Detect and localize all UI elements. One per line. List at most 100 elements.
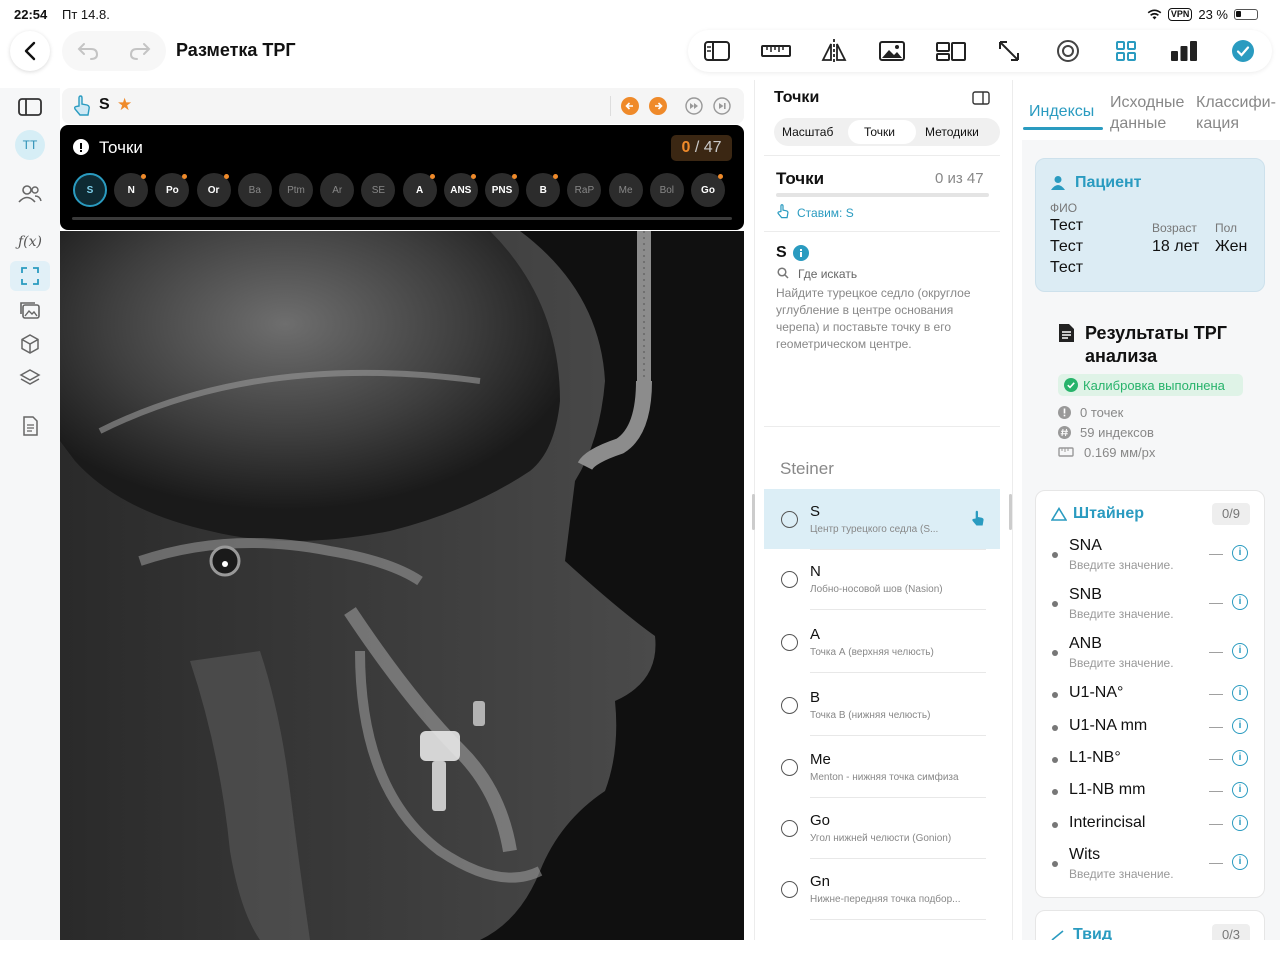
- info-icon[interactable]: i: [1232, 685, 1248, 701]
- point-chip[interactable]: Me: [608, 173, 643, 207]
- prev-point-button[interactable]: [621, 97, 639, 115]
- radio-button[interactable]: [781, 820, 798, 837]
- radio-button[interactable]: [781, 634, 798, 651]
- fast-forward-button[interactable]: [685, 97, 703, 115]
- target-button[interactable]: [1038, 30, 1096, 72]
- patient-card: Пациент ФИО Тест Тест Тест Возраст 18 ле…: [1035, 158, 1265, 292]
- vpn-badge: VPN: [1167, 8, 1193, 21]
- info-icon[interactable]: i: [1232, 854, 1248, 870]
- index-row[interactable]: Wits Введите значение. — i: [1052, 846, 1252, 886]
- rail-patients-button[interactable]: [10, 179, 50, 209]
- confirm-button[interactable]: [1214, 30, 1272, 72]
- info-icon[interactable]: i: [1232, 782, 1248, 798]
- rail-3d-button[interactable]: [10, 329, 50, 359]
- sex-label: Пол: [1215, 221, 1238, 235]
- steiner-count: 0/9: [1212, 503, 1250, 525]
- info-icon[interactable]: [793, 245, 809, 261]
- rail-layers-button[interactable]: [10, 363, 50, 393]
- tab-classification[interactable]: Классифи-кация: [1196, 92, 1278, 134]
- index-row[interactable]: U1-NA mm — i: [1052, 717, 1252, 743]
- point-chip-label: Po: [166, 184, 179, 196]
- point-chip[interactable]: N: [114, 173, 149, 207]
- index-hint: Введите значение.: [1069, 607, 1174, 621]
- resize-button[interactable]: [980, 30, 1038, 72]
- info-icon[interactable]: i: [1232, 718, 1248, 734]
- left-rail: [0, 88, 60, 959]
- star-icon[interactable]: ★: [117, 95, 132, 115]
- avatar[interactable]: TT: [15, 130, 45, 160]
- back-button[interactable]: [10, 31, 50, 71]
- point-chip-label: Or: [207, 184, 220, 196]
- point-list-item[interactable]: B Точка В (нижняя челюсть): [764, 675, 1000, 735]
- point-chip[interactable]: Ptm: [279, 173, 313, 207]
- rail-sidebar-button[interactable]: [10, 92, 50, 122]
- age-label: Возраст: [1152, 221, 1197, 235]
- layout-button[interactable]: [922, 30, 980, 72]
- collapse-panel-icon[interactable]: [972, 91, 990, 105]
- rail-gallery-button[interactable]: [10, 295, 50, 325]
- hand-pointer-icon: [777, 204, 789, 219]
- point-chip[interactable]: Or: [196, 173, 231, 207]
- point-chip-label: SE: [371, 184, 386, 196]
- ruler-button[interactable]: [746, 30, 804, 72]
- segment-scale[interactable]: Масштаб: [782, 125, 833, 139]
- points-counter: 0 / 47: [671, 135, 732, 161]
- radio-button[interactable]: [781, 881, 798, 898]
- index-row[interactable]: ANB Введите значение. — i: [1052, 635, 1252, 675]
- points-scrollbar[interactable]: [72, 217, 732, 220]
- grid-button[interactable]: [1097, 30, 1155, 72]
- layout-icon: [935, 42, 966, 61]
- point-chip[interactable]: Go: [691, 173, 725, 207]
- chart-button[interactable]: [1155, 30, 1213, 72]
- xray-image[interactable]: [60, 231, 744, 940]
- xray-canvas[interactable]: [60, 231, 744, 940]
- toolbar: [688, 30, 1272, 72]
- info-icon[interactable]: i: [1232, 594, 1248, 610]
- tab-indices[interactable]: Индексы: [1029, 101, 1094, 122]
- info-icon[interactable]: i: [1232, 643, 1248, 659]
- point-list-item[interactable]: S Центр турецкого седла (S...: [764, 489, 1000, 549]
- point-chip[interactable]: ANS: [443, 173, 478, 207]
- index-row[interactable]: SNA Введите значение. — i: [1052, 537, 1252, 577]
- radio-button[interactable]: [781, 697, 798, 714]
- point-chip[interactable]: A: [402, 173, 437, 207]
- index-row[interactable]: SNB Введите значение. — i: [1052, 586, 1252, 626]
- undo-icon[interactable]: [77, 42, 99, 60]
- point-list-item[interactable]: Me Menton - нижняя точка симфиза: [764, 737, 1000, 797]
- skip-end-button[interactable]: [713, 97, 731, 115]
- rail-report-button[interactable]: [10, 411, 50, 441]
- point-list-item[interactable]: Gn Нижне-передняя точка подбор...: [764, 859, 1000, 919]
- point-chip[interactable]: Ba: [237, 173, 272, 207]
- radio-button[interactable]: [781, 571, 798, 588]
- point-chip[interactable]: B: [526, 173, 561, 207]
- info-icon[interactable]: i: [1232, 545, 1248, 561]
- point-chip[interactable]: PNS: [485, 173, 519, 207]
- index-row[interactable]: U1-NA° — i: [1052, 684, 1252, 710]
- point-chip[interactable]: Ar: [320, 173, 355, 207]
- info-icon[interactable]: i: [1232, 750, 1248, 766]
- image-button[interactable]: [863, 30, 921, 72]
- point-chip[interactable]: Bol: [649, 173, 684, 207]
- point-list-item[interactable]: N Лобно-носовой шов (Nasion): [764, 549, 1000, 609]
- next-point-button[interactable]: [649, 97, 667, 115]
- radio-button[interactable]: [781, 759, 798, 776]
- index-row[interactable]: L1-NB mm — i: [1052, 781, 1252, 807]
- rail-function-button[interactable]: ƒ(x): [10, 227, 50, 257]
- point-chip-label: A: [415, 184, 424, 196]
- redo-icon[interactable]: [129, 42, 151, 60]
- panel-resize-handle[interactable]: [752, 494, 755, 530]
- segment-points[interactable]: Точки: [864, 125, 895, 139]
- index-row[interactable]: Interincisal — i: [1052, 814, 1252, 840]
- segment-methods[interactable]: Методики: [925, 125, 979, 139]
- index-row[interactable]: L1-NB° — i: [1052, 749, 1252, 775]
- tab-source-data[interactable]: Исходные данные: [1110, 92, 1194, 134]
- radio-button[interactable]: [781, 511, 798, 528]
- index-name: L1-NB°: [1069, 749, 1121, 766]
- point-list-item[interactable]: A Точка А (верхняя челюсть): [764, 612, 1000, 672]
- info-icon[interactable]: i: [1232, 815, 1248, 831]
- point-chip[interactable]: S: [73, 173, 107, 207]
- toggle-sidebar-button[interactable]: [688, 30, 746, 72]
- rail-markup-button[interactable]: [10, 261, 50, 291]
- mirror-button[interactable]: [805, 30, 863, 72]
- point-list-item[interactable]: Go Угол нижней челюсти (Gonion): [764, 798, 1000, 858]
